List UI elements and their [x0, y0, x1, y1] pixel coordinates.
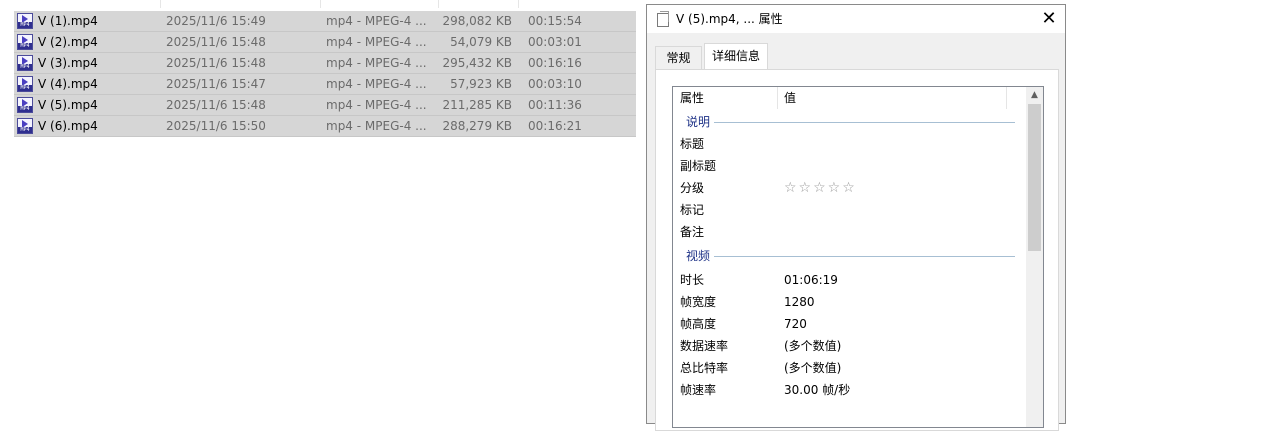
file-duration: 00:11:36	[528, 98, 582, 112]
file-type: mp4 - MPEG-4 ...	[326, 14, 427, 28]
property-row[interactable]: 时长 01:06:19	[673, 269, 1025, 291]
details-panel: 属性 值 说明 标题 副标题 分级 ☆☆☆☆☆ 标记 备注 视频 时长 01:0…	[655, 69, 1059, 431]
file-name: V (3).mp4	[38, 56, 98, 70]
property-key: 数据速率	[680, 339, 729, 353]
property-row[interactable]: 标记	[673, 199, 1025, 221]
mp4-file-icon: MP4	[17, 97, 33, 113]
file-date: 2025/11/6 15:47	[166, 77, 266, 91]
column-header-value[interactable]: 值	[784, 87, 796, 109]
mp4-file-icon: MP4	[17, 76, 33, 92]
file-size: 211,285 KB	[442, 98, 512, 112]
mp4-file-icon: MP4	[17, 118, 33, 134]
file-duration: 00:03:01	[528, 35, 582, 49]
group-label: 视频	[686, 245, 715, 267]
file-type: mp4 - MPEG-4 ...	[326, 119, 427, 133]
property-key: 帧速率	[680, 383, 717, 397]
column-divider[interactable]	[438, 0, 439, 8]
scroll-thumb[interactable]	[1028, 104, 1041, 251]
group-description: 说明	[673, 111, 1025, 133]
file-type: mp4 - MPEG-4 ...	[326, 56, 427, 70]
file-name: V (4).mp4	[38, 77, 98, 91]
property-value: 30.00 帧/秒	[784, 383, 851, 397]
vertical-scrollbar[interactable]: ▲	[1026, 87, 1043, 427]
property-key: 备注	[680, 225, 705, 239]
dialog-titlebar[interactable]: V (5).mp4, ... 属性 ✕	[647, 5, 1065, 33]
property-row[interactable]: 数据速率 (多个数值)	[673, 335, 1025, 357]
group-label: 说明	[686, 111, 715, 133]
mp4-file-icon: MP4	[17, 55, 33, 71]
file-date: 2025/11/6 15:48	[166, 98, 266, 112]
property-value: (多个数值)	[784, 361, 842, 375]
file-list: MP4 V (1).mp4 2025/11/6 15:49 mp4 - MPEG…	[0, 0, 640, 140]
property-key: 总比特率	[680, 361, 729, 375]
property-row[interactable]: 帧速率 30.00 帧/秒	[673, 379, 1025, 401]
property-key: 副标题	[680, 159, 717, 173]
property-list[interactable]: 属性 值 说明 标题 副标题 分级 ☆☆☆☆☆ 标记 备注 视频 时长 01:0…	[672, 86, 1044, 428]
property-list-header: 属性 值	[673, 87, 1025, 109]
file-name: V (1).mp4	[38, 14, 98, 28]
column-header-strip	[0, 0, 640, 8]
property-value: 1280	[784, 295, 815, 309]
property-key: 帧宽度	[680, 295, 717, 309]
property-row[interactable]: 总比特率 (多个数值)	[673, 357, 1025, 379]
file-size: 295,432 KB	[442, 56, 512, 70]
mp4-file-icon: MP4	[17, 13, 33, 29]
file-type: mp4 - MPEG-4 ...	[326, 35, 427, 49]
file-type: mp4 - MPEG-4 ...	[326, 98, 427, 112]
property-row[interactable]: 备注	[673, 221, 1025, 243]
mp4-file-icon: MP4	[17, 34, 33, 50]
property-value: 01:06:19	[784, 273, 838, 287]
file-properties-icon	[657, 11, 669, 27]
file-name: V (6).mp4	[38, 119, 98, 133]
property-row[interactable]: 分级 ☆☆☆☆☆	[673, 177, 1025, 199]
scroll-up-icon[interactable]: ▲	[1026, 87, 1043, 104]
column-divider[interactable]	[160, 0, 161, 8]
column-header-property[interactable]: 属性	[680, 87, 704, 109]
file-date: 2025/11/6 15:48	[166, 56, 266, 70]
property-key: 时长	[680, 273, 705, 287]
file-name: V (2).mp4	[38, 35, 98, 49]
property-key: 帧高度	[680, 317, 717, 331]
property-row[interactable]: 帧宽度 1280	[673, 291, 1025, 313]
group-video: 视频	[673, 245, 1025, 267]
properties-dialog: V (5).mp4, ... 属性 ✕ 常规 详细信息 属性 值 说明 标题 副…	[646, 4, 1066, 431]
file-size: 298,082 KB	[442, 14, 512, 28]
tab-general[interactable]: 常规	[655, 46, 702, 69]
file-size: 57,923 KB	[450, 77, 512, 91]
file-name: V (5).mp4	[38, 98, 98, 112]
file-duration: 00:16:21	[528, 119, 582, 133]
file-row[interactable]: MP4 V (2).mp4 2025/11/6 15:48 mp4 - MPEG…	[14, 32, 636, 53]
property-value: 720	[784, 317, 807, 331]
file-row[interactable]: MP4 V (3).mp4 2025/11/6 15:48 mp4 - MPEG…	[14, 53, 636, 74]
rating-stars[interactable]: ☆☆☆☆☆	[784, 177, 857, 199]
property-row[interactable]: 帧高度 720	[673, 313, 1025, 335]
file-row[interactable]: MP4 V (1).mp4 2025/11/6 15:49 mp4 - MPEG…	[14, 11, 636, 32]
property-row[interactable]: 标题	[673, 133, 1025, 155]
file-size: 288,279 KB	[442, 119, 512, 133]
file-duration: 00:15:54	[528, 14, 582, 28]
property-key: 标记	[680, 203, 705, 217]
file-row[interactable]: MP4 V (5).mp4 2025/11/6 15:48 mp4 - MPEG…	[14, 95, 636, 116]
file-duration: 00:16:16	[528, 56, 582, 70]
property-value: (多个数值)	[784, 339, 842, 353]
file-row[interactable]: MP4 V (4).mp4 2025/11/6 15:47 mp4 - MPEG…	[14, 74, 636, 95]
file-type: mp4 - MPEG-4 ...	[326, 77, 427, 91]
file-date: 2025/11/6 15:50	[166, 119, 266, 133]
column-divider[interactable]	[518, 0, 519, 8]
close-button[interactable]: ✕	[1033, 5, 1065, 33]
file-size: 54,079 KB	[450, 35, 512, 49]
dialog-title: V (5).mp4, ... 属性	[676, 12, 783, 26]
property-key: 分级	[680, 181, 705, 195]
file-date: 2025/11/6 15:49	[166, 14, 266, 28]
column-divider[interactable]	[320, 0, 321, 8]
property-key: 标题	[680, 137, 705, 151]
file-duration: 00:03:10	[528, 77, 582, 91]
file-row[interactable]: MP4 V (6).mp4 2025/11/6 15:50 mp4 - MPEG…	[14, 116, 636, 137]
property-row[interactable]: 副标题	[673, 155, 1025, 177]
file-date: 2025/11/6 15:48	[166, 35, 266, 49]
tab-details[interactable]: 详细信息	[704, 43, 768, 69]
